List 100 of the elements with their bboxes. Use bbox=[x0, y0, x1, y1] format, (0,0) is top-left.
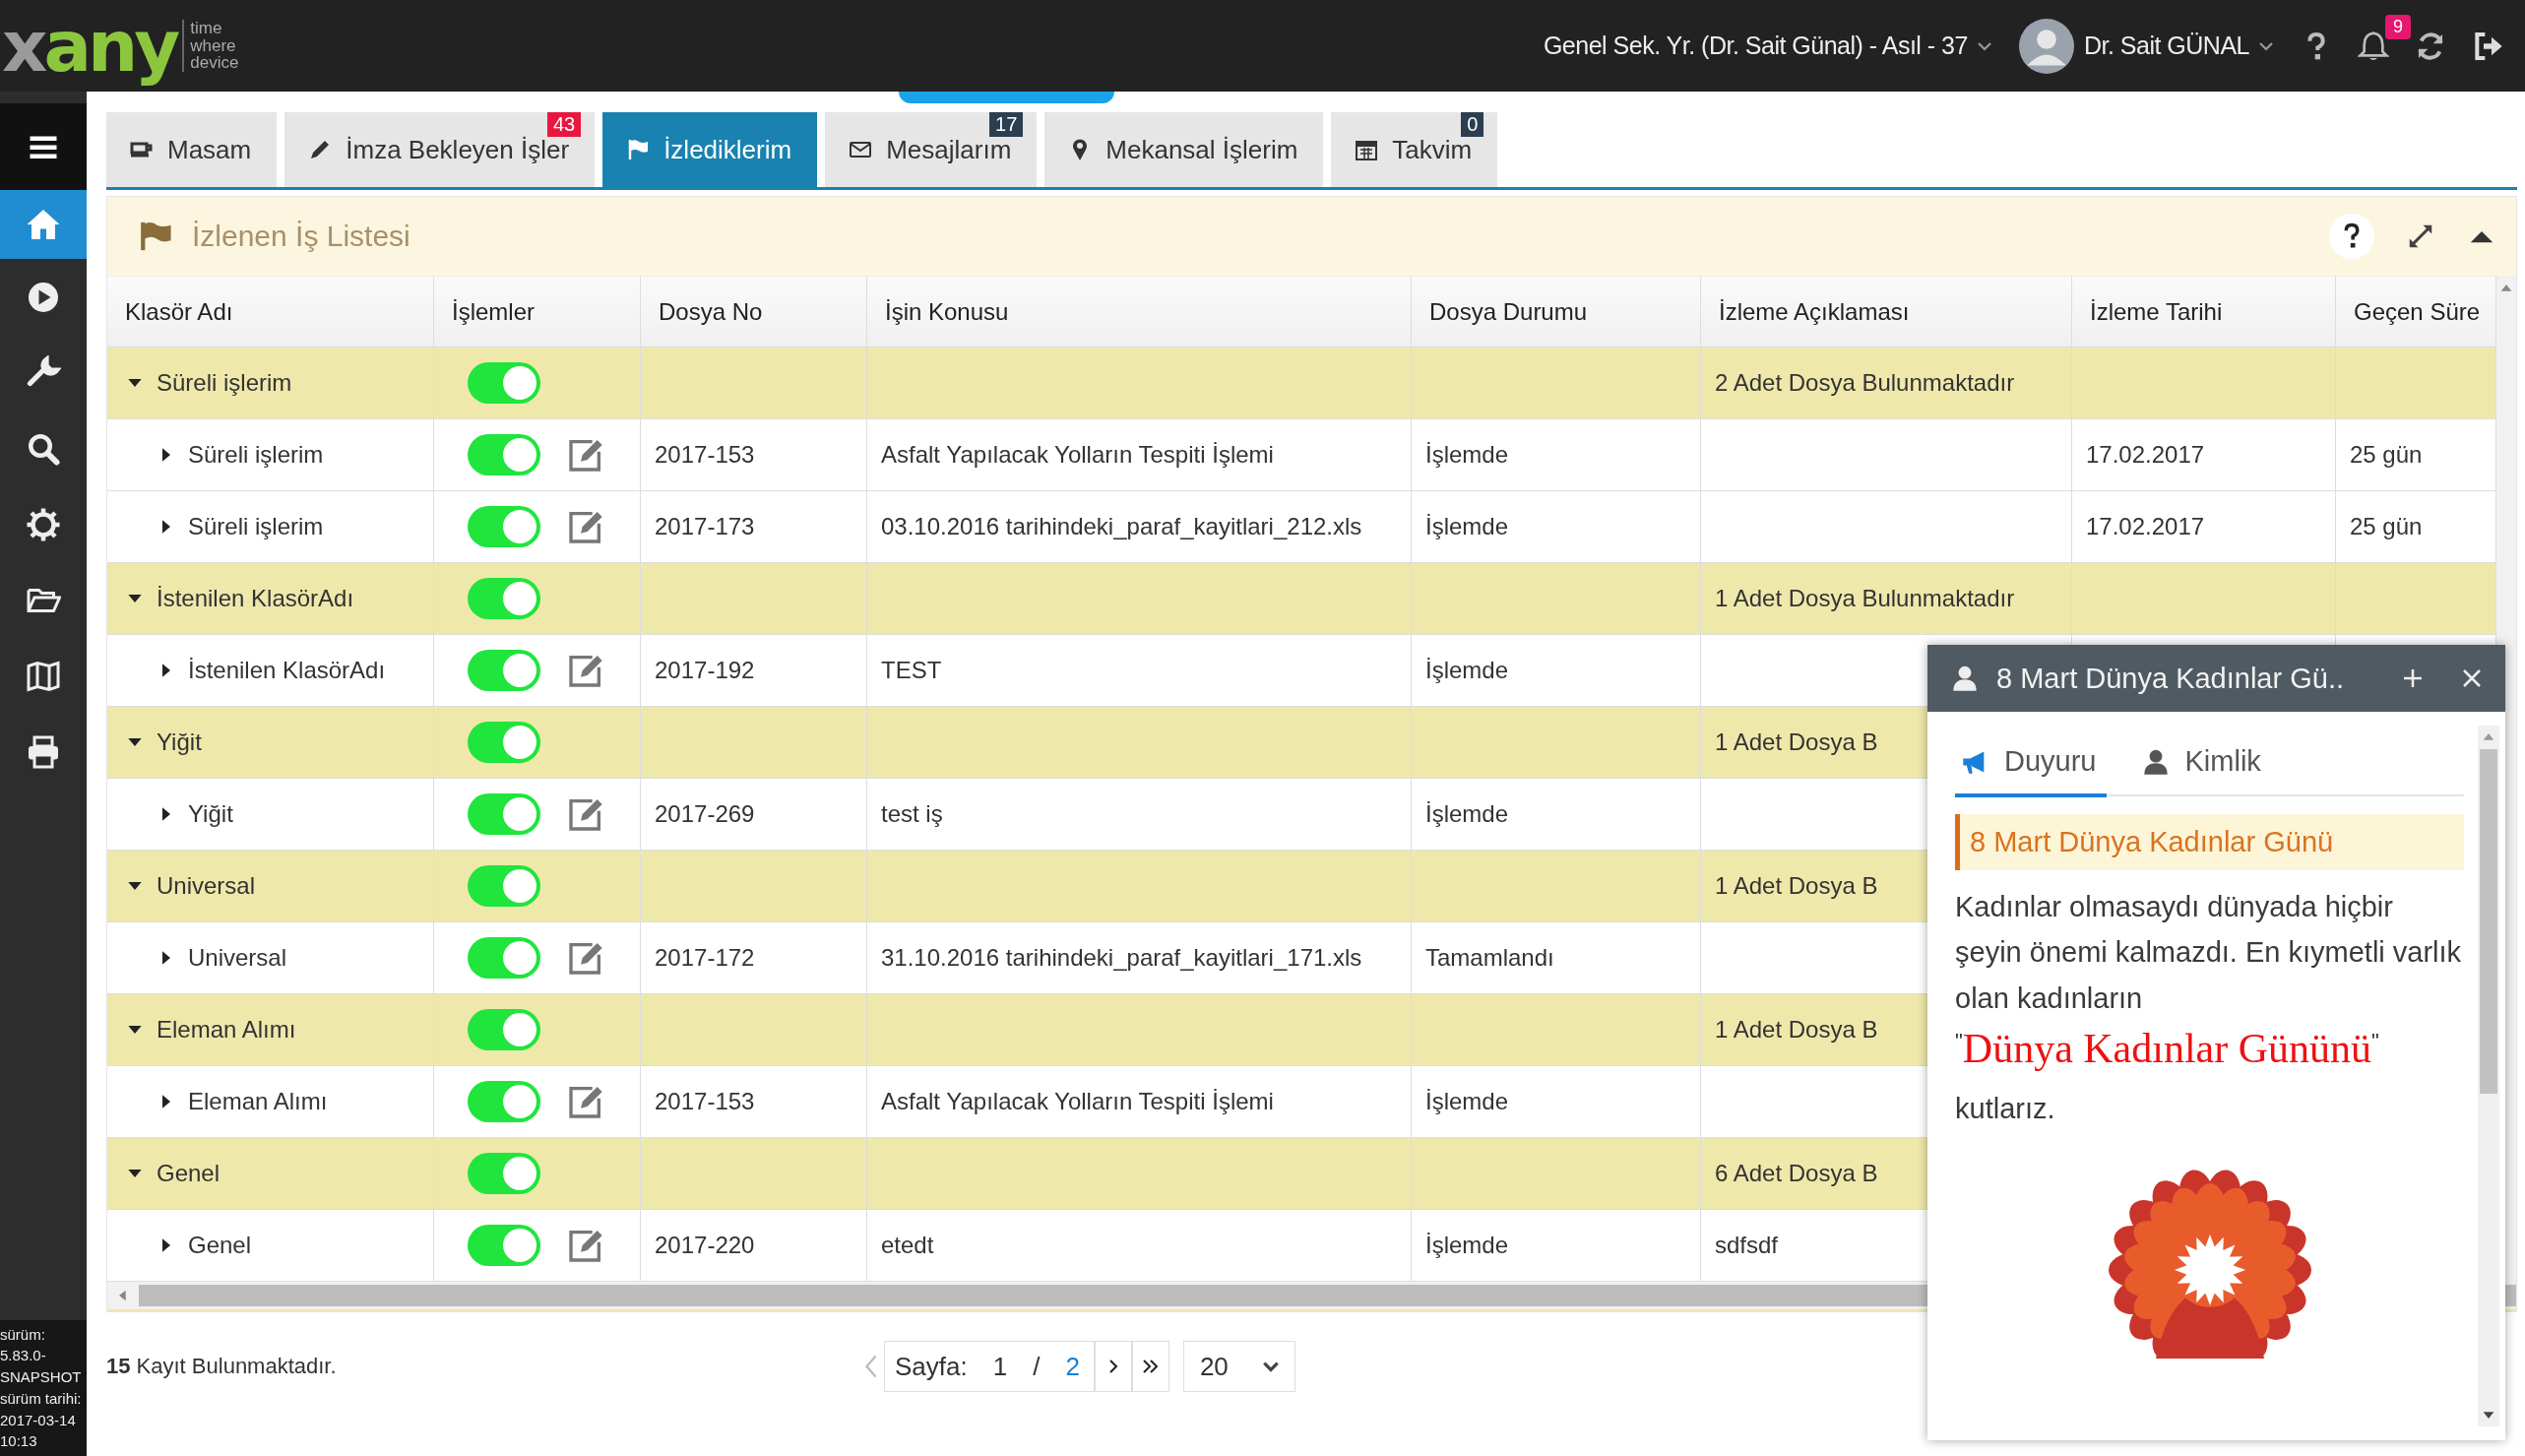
table-cell: 2017-220 bbox=[641, 1210, 867, 1281]
table-cell: İşlemde bbox=[1412, 419, 1701, 490]
vertical-scrollbar[interactable] bbox=[2478, 726, 2499, 1426]
table-cell: İşlemde bbox=[1412, 491, 1701, 562]
tab[interactable]: İmza Bekleyen İşler 43 bbox=[284, 112, 596, 187]
record-count: 15 Kayıt Bulunmaktadır. bbox=[106, 1354, 337, 1378]
quote-mark: " bbox=[1955, 1029, 1963, 1054]
toggle-switch[interactable] bbox=[468, 650, 540, 691]
count-badge: 17 bbox=[989, 112, 1024, 137]
table-cell: İşlemde bbox=[1412, 779, 1701, 850]
tab[interactable]: Takvim 0 bbox=[1331, 112, 1498, 187]
toggle-switch[interactable] bbox=[468, 722, 540, 763]
column-header[interactable]: İşlemler bbox=[434, 277, 641, 347]
count-badge: 0 bbox=[1461, 112, 1484, 137]
column-header[interactable]: Dosya No bbox=[641, 277, 867, 347]
table-cell: 2017-153 bbox=[641, 1066, 867, 1137]
page-separator: / bbox=[1033, 1351, 1041, 1382]
flag-icon bbox=[626, 138, 651, 161]
tab[interactable]: Duyuru bbox=[1955, 735, 2107, 797]
table-cell: İşlemde bbox=[1412, 1210, 1701, 1281]
logout-icon[interactable] bbox=[2472, 30, 2503, 62]
toggle-switch[interactable] bbox=[468, 1225, 540, 1266]
help-icon[interactable] bbox=[2329, 214, 2374, 259]
calendar-icon bbox=[1355, 138, 1379, 161]
user-menu[interactable]: Dr. Sait GÜNAL bbox=[2083, 32, 2275, 60]
folder-name: İstenilen KlasörAdı bbox=[157, 585, 354, 612]
table-cell: TEST bbox=[867, 635, 1412, 706]
table-cell: 17.02.2017 bbox=[2072, 491, 2336, 562]
logo-tagline: time where device bbox=[182, 19, 239, 73]
column-header[interactable]: İzleme Tarihi bbox=[2072, 277, 2336, 347]
table-cell: 2017-172 bbox=[641, 922, 867, 993]
table-cell: Tamamlandı bbox=[1412, 922, 1701, 993]
table-cell: 1 Adet Dosya Bulunmaktadır bbox=[1701, 563, 2072, 634]
folder-name: Süreli işlerim bbox=[188, 513, 324, 540]
page-label: Sayfa: bbox=[895, 1351, 968, 1382]
folder-name: Yiğit bbox=[157, 728, 202, 756]
window-title: 8 Mart Dünya Kadınlar Gü.. bbox=[1996, 662, 2345, 695]
toggle-switch[interactable] bbox=[468, 578, 540, 619]
table-cell: Asfalt Yapılacak Yolların Tespiti İşlemi bbox=[867, 1066, 1412, 1137]
map-icon bbox=[26, 658, 61, 694]
pull-down-handle[interactable] bbox=[899, 92, 1114, 103]
count-badge: 43 bbox=[546, 112, 582, 137]
tab[interactable]: Mesajlarım 17 bbox=[825, 112, 1038, 187]
column-header[interactable]: Klasör Adı bbox=[107, 277, 434, 347]
toggle-switch[interactable] bbox=[468, 506, 540, 547]
toggle-switch[interactable] bbox=[468, 1009, 540, 1050]
table-cell: 03.10.2016 tarihindeki_paraf_kayitlari_212.xls bbox=[867, 491, 1412, 562]
toggle-switch[interactable] bbox=[468, 793, 540, 835]
avatar-icon bbox=[2018, 18, 2074, 74]
folder-name: Süreli işlerim bbox=[157, 369, 292, 397]
table-cell: İşlemde bbox=[1412, 1066, 1701, 1137]
table-cell: 17.02.2017 bbox=[2072, 419, 2336, 490]
toggle-switch[interactable] bbox=[468, 937, 540, 979]
table-cell: İşlemde bbox=[1412, 635, 1701, 706]
tab[interactable]: Kimlik bbox=[2135, 735, 2271, 797]
tab[interactable]: İzlediklerim bbox=[602, 112, 818, 187]
folder-name: Süreli işlerim bbox=[188, 441, 324, 469]
printer-icon bbox=[26, 733, 61, 770]
column-header[interactable]: İzleme Açıklaması bbox=[1701, 277, 2072, 347]
folder-name: Eleman Alımı bbox=[157, 1016, 296, 1044]
current-page: 1 bbox=[992, 1351, 1008, 1382]
table-cell: 2017-153 bbox=[641, 419, 867, 490]
column-header[interactable]: İşin Konusu bbox=[867, 277, 1412, 347]
toggle-switch[interactable] bbox=[468, 1153, 540, 1194]
last-page-link[interactable]: 2 bbox=[1065, 1351, 1080, 1382]
user-icon bbox=[2141, 747, 2170, 776]
folder-name: Universal bbox=[157, 872, 256, 900]
last-page-button[interactable] bbox=[1131, 1341, 1169, 1392]
quote-mark: " bbox=[2371, 1029, 2379, 1054]
toggle-switch[interactable] bbox=[468, 1081, 540, 1122]
tab[interactable]: Masam bbox=[106, 112, 278, 187]
notification-badge: 9 bbox=[2385, 14, 2411, 39]
announcement-headline: 8 Mart Dünya Kadınlar Günü bbox=[1955, 814, 2464, 870]
bell-icon[interactable] bbox=[2358, 30, 2389, 62]
toggle-switch[interactable] bbox=[468, 865, 540, 907]
user-icon bbox=[1951, 665, 1979, 692]
table-cell: 2017-173 bbox=[641, 491, 867, 562]
panel-title: İzlenen İş Listesi bbox=[192, 220, 410, 253]
page-size-select[interactable]: 20 bbox=[1182, 1341, 1295, 1392]
column-header[interactable]: Dosya Durumu bbox=[1412, 277, 1701, 347]
scrollbar-thumb[interactable] bbox=[2480, 749, 2497, 1094]
table-cell: test iş bbox=[867, 779, 1412, 850]
menu-button[interactable] bbox=[0, 103, 87, 190]
toggle-switch[interactable] bbox=[468, 434, 540, 475]
closing-text: kutlarız. bbox=[1955, 1092, 2056, 1127]
role-selector[interactable]: Genel Sek. Yr. (Dr. Sait Günal) - Asıl - 37 bbox=[1543, 32, 1993, 60]
folder-name: Universal bbox=[188, 944, 287, 972]
table-cell: 31.10.2016 tarihindeki_paraf_kayitlari_171.xls bbox=[867, 922, 1412, 993]
plus-icon[interactable] bbox=[2401, 666, 2425, 690]
table-cell: 2017-192 bbox=[641, 635, 867, 706]
home-icon bbox=[26, 207, 61, 242]
folder-name: Yiğit bbox=[188, 800, 233, 828]
table-cell: 2 Adet Dosya Bulunmaktadır bbox=[1701, 348, 2072, 418]
folder-name: İstenilen KlasörAdı bbox=[188, 657, 386, 684]
table-cell: etedt bbox=[867, 1210, 1412, 1281]
tab[interactable]: Mekansal İşlerim bbox=[1044, 112, 1324, 187]
table-cell: Asfalt Yapılacak Yolların Tespiti İşlemi bbox=[867, 419, 1412, 490]
settings-icon bbox=[26, 506, 61, 542]
toggle-switch[interactable] bbox=[468, 362, 540, 404]
folder-name: Eleman Alımı bbox=[188, 1088, 328, 1115]
